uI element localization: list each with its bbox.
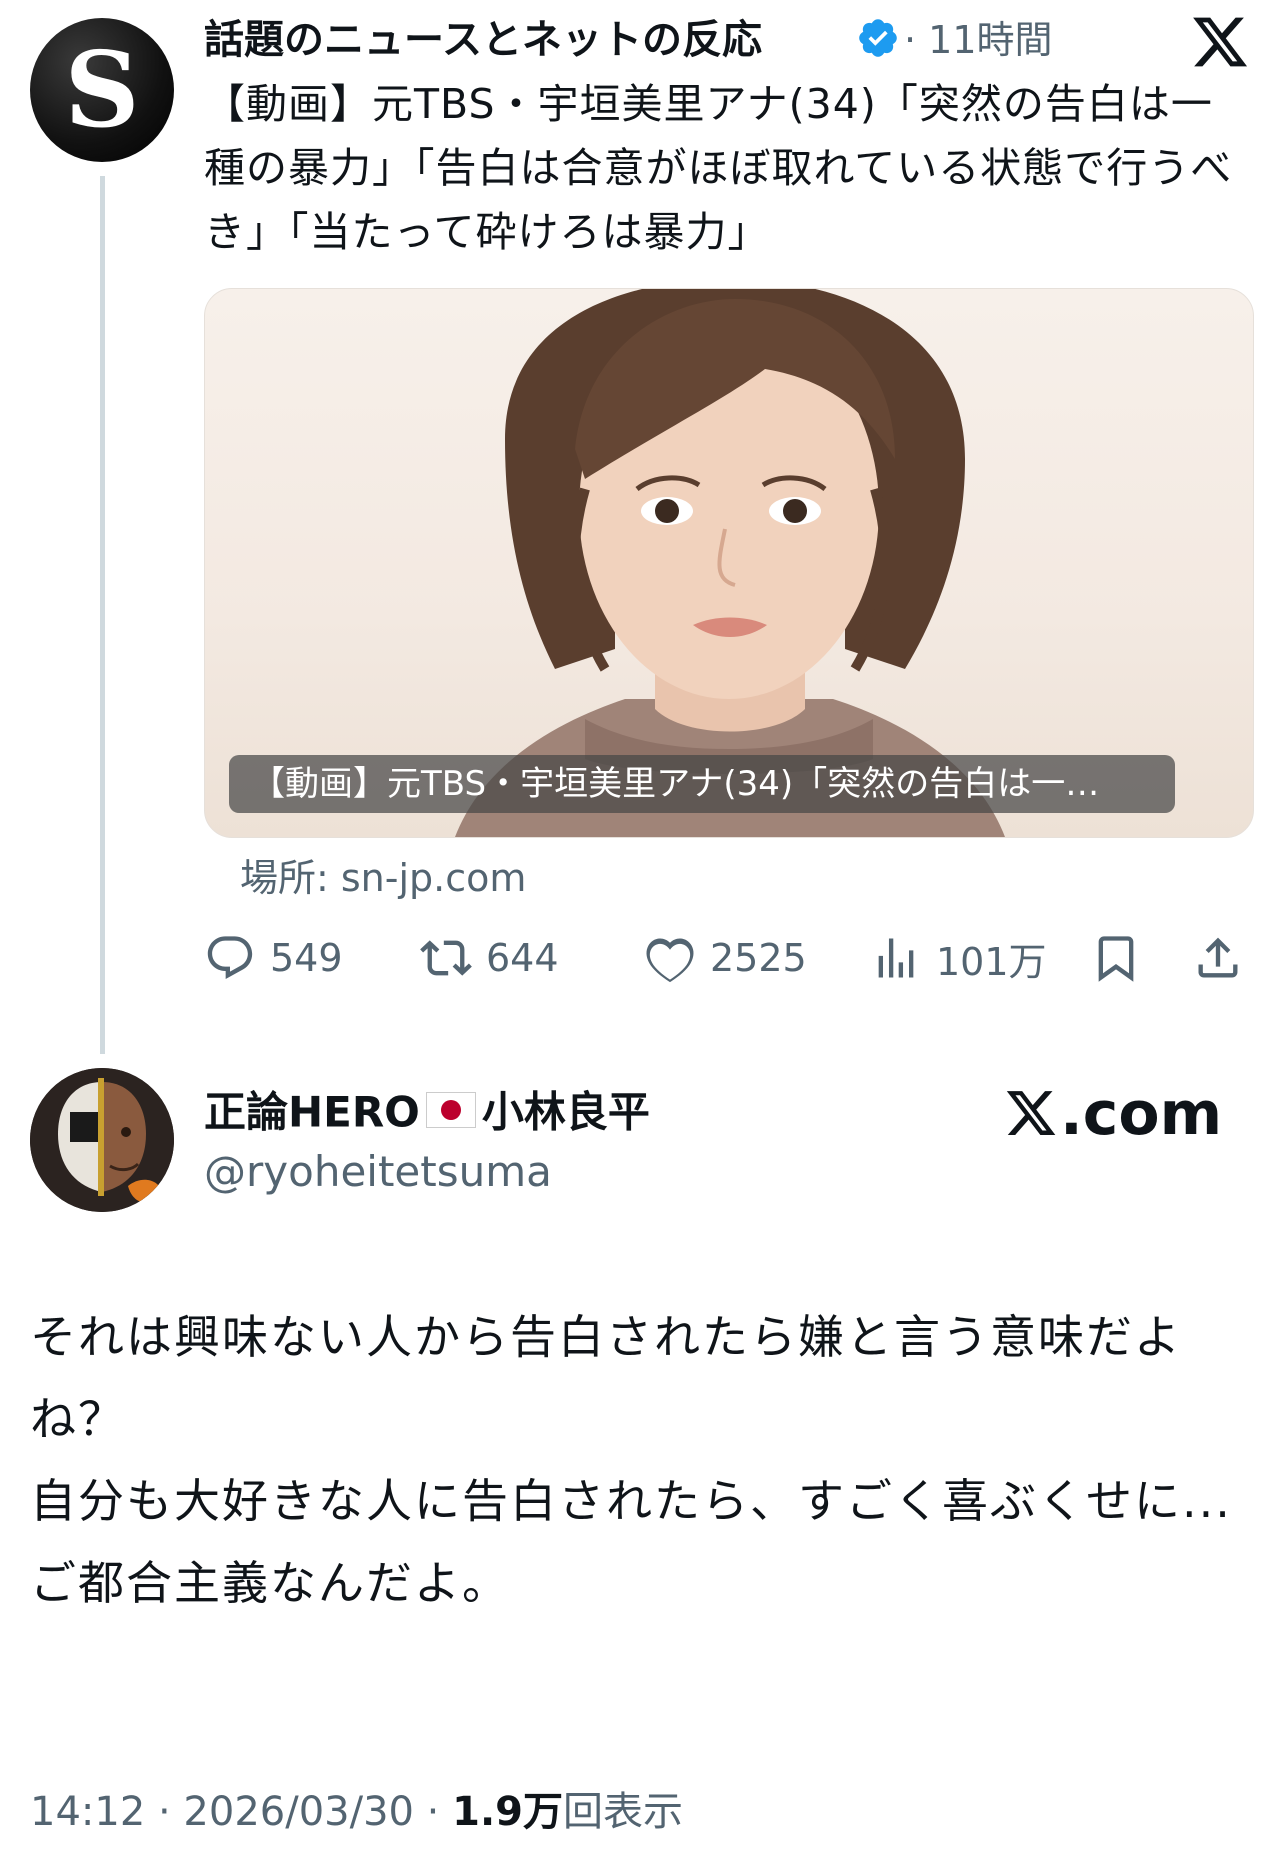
share-icon [1198,937,1238,978]
retweet-button[interactable]: 644 [420,930,559,986]
quoted-author-name[interactable]: 話題のニュースとネットの反応 [204,12,762,68]
bookmark-icon [1098,936,1134,982]
views-icon [878,938,914,978]
tweet-timestamp[interactable]: 14:12 · 2026/03/30 · [30,1789,452,1835]
like-button[interactable]: 2525 [644,930,807,986]
card-caption: 【動画】元TBS・宇垣美里アナ(34)「突然の告白は一… [229,755,1175,813]
tweet-paragraph: それは興味ない人から告白されたら嫌と言う意味だよね？ [30,1310,1182,1446]
views-button[interactable]: 101万 [870,930,1047,986]
avatar-letter: S [64,28,140,151]
reply-icon [207,936,253,979]
japan-flag-icon [425,1091,476,1128]
x-logo-icon [1006,1091,1056,1135]
watermark-text: .com [1060,1079,1223,1149]
share-button[interactable] [1192,930,1258,986]
retweet-icon [420,940,472,976]
author-name-suffix: 小林良平 [481,1087,650,1137]
tweet-paragraph: 自分も大好きな人に告白されたら、すごく喜ぶくせに... [30,1474,1232,1528]
tweet-body: それは興味ない人から告白されたら嫌と言う意味だよね？ 自分も大好きな人に告白され… [30,1296,1250,1624]
verified-badge-icon [859,19,897,57]
author-handle[interactable]: @ryoheitetsuma [204,1142,552,1202]
reply-count: 549 [270,936,343,980]
author-name[interactable]: 正論HERO 小林良平 [204,1080,650,1143]
view-count-total: 1.9万 [452,1789,563,1835]
heart-icon [646,938,694,983]
author-name-main: 正論HERO [204,1087,420,1137]
quoted-timestamp[interactable]: · 11時間 [904,12,1053,68]
xcom-watermark: .com [1004,1076,1222,1152]
tweet-paragraph: ご都合主義なんだよ。 [30,1556,510,1610]
retweet-count: 644 [486,936,559,980]
author-avatar[interactable] [30,1068,174,1212]
view-count: 101万 [936,939,1047,984]
avatar-image [30,1068,174,1212]
view-count-label: 回表示 [562,1789,683,1835]
x-logo-icon[interactable] [1190,12,1250,72]
tweet-meta: 14:12 · 2026/03/30 · 1.9万回表示 [30,1782,683,1842]
bookmark-button[interactable] [1090,930,1156,986]
thread-connector-line [100,176,105,1054]
like-count: 2525 [710,936,807,980]
quoted-author-avatar[interactable]: S [30,18,174,162]
quoted-tweet-text: 【動画】元TBS・宇垣美里アナ(34)「突然の告白は一種の暴力」「告白は合意がほ… [204,80,1233,256]
card-domain[interactable]: 場所: sn-jp.com [240,852,526,904]
link-card[interactable]: 【動画】元TBS・宇垣美里アナ(34)「突然の告白は一… [204,288,1254,838]
reply-button[interactable]: 549 [204,930,343,986]
